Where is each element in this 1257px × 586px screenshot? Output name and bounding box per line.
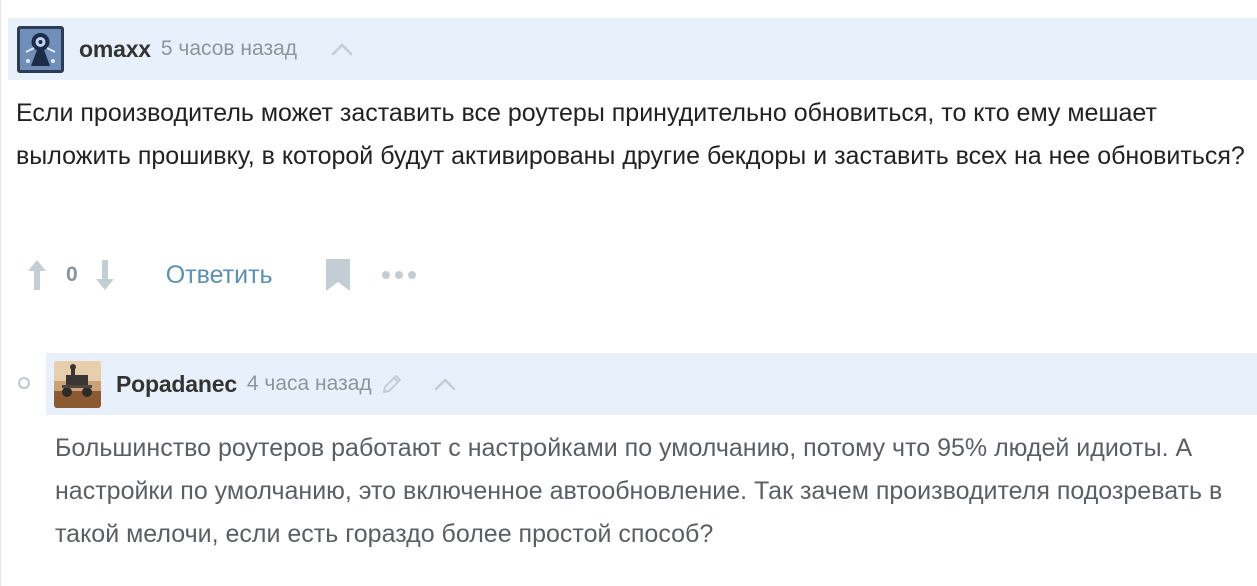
up-arrow-icon[interactable]	[434, 377, 456, 391]
reply-header: Popadanec 4 часа назад	[46, 353, 1257, 415]
reply-link[interactable]: Ответить	[166, 261, 273, 290]
comment-text: Если производитель может заставить все р…	[16, 99, 1245, 170]
username[interactable]: omaxx	[79, 36, 151, 63]
pencil-icon	[380, 372, 404, 396]
up-arrow-icon[interactable]	[331, 42, 353, 56]
comments-page: omaxx 5 часов назад Если производитель м…	[0, 0, 1257, 586]
timestamp[interactable]: 4 часа назад	[247, 372, 372, 396]
timestamp[interactable]: 5 часов назад	[161, 37, 297, 61]
user-avatar[interactable]	[17, 25, 64, 73]
comment-footer: 0 Ответить	[26, 254, 417, 296]
thread-line	[0, 0, 1, 586]
user-avatar[interactable]	[54, 360, 101, 408]
bookmark-icon[interactable]	[325, 258, 351, 292]
reply-text: Большинство роутеров работают с настройк…	[55, 434, 1223, 548]
downvote-icon[interactable]	[94, 258, 116, 292]
username[interactable]: Popadanec	[116, 371, 237, 398]
upvote-icon[interactable]	[26, 258, 48, 292]
vote-count: 0	[66, 263, 78, 286]
comment-header: omaxx 5 часов назад	[8, 18, 1257, 80]
thread-dot-icon[interactable]	[18, 377, 30, 389]
more-icon[interactable]	[381, 270, 417, 280]
